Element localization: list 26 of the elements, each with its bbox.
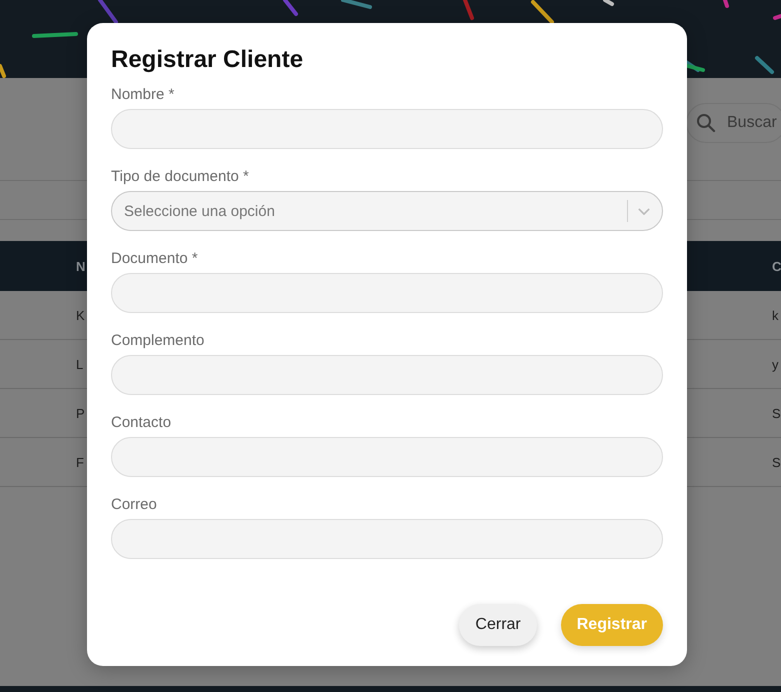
input-field[interactable] — [111, 109, 663, 149]
field-label: Documento * — [111, 249, 198, 269]
column-header: N — [76, 258, 85, 274]
field-label: Contacto — [111, 413, 172, 433]
table-cell: S — [772, 454, 781, 470]
table-cell: F — [76, 454, 85, 470]
table-cell-text: L — [76, 356, 84, 372]
field-label: Nombre * — [111, 85, 174, 105]
table-cell-text: k — [772, 308, 780, 322]
table-cell: S — [772, 406, 781, 420]
input-field[interactable] — [111, 519, 663, 559]
column-header: C — [772, 258, 781, 274]
field-label: Correo — [111, 495, 157, 515]
input-field[interactable] — [111, 355, 663, 395]
input-field[interactable] — [111, 437, 663, 477]
input-field[interactable] — [111, 273, 663, 313]
table-cell: P — [76, 406, 85, 420]
dialog-title: Registrar Cliente — [111, 45, 304, 75]
table-cell-text: y — [772, 356, 780, 372]
close-button[interactable]: Cerrar — [459, 604, 537, 646]
table-cell: K — [76, 308, 85, 322]
chevron-down-icon — [638, 208, 650, 214]
field-label: Tipo de documento * — [111, 167, 249, 187]
field-label: Complemento — [111, 331, 204, 351]
search-field[interactable]: Buscar — [686, 103, 781, 143]
select-field[interactable]: Seleccione una opción — [111, 191, 663, 231]
